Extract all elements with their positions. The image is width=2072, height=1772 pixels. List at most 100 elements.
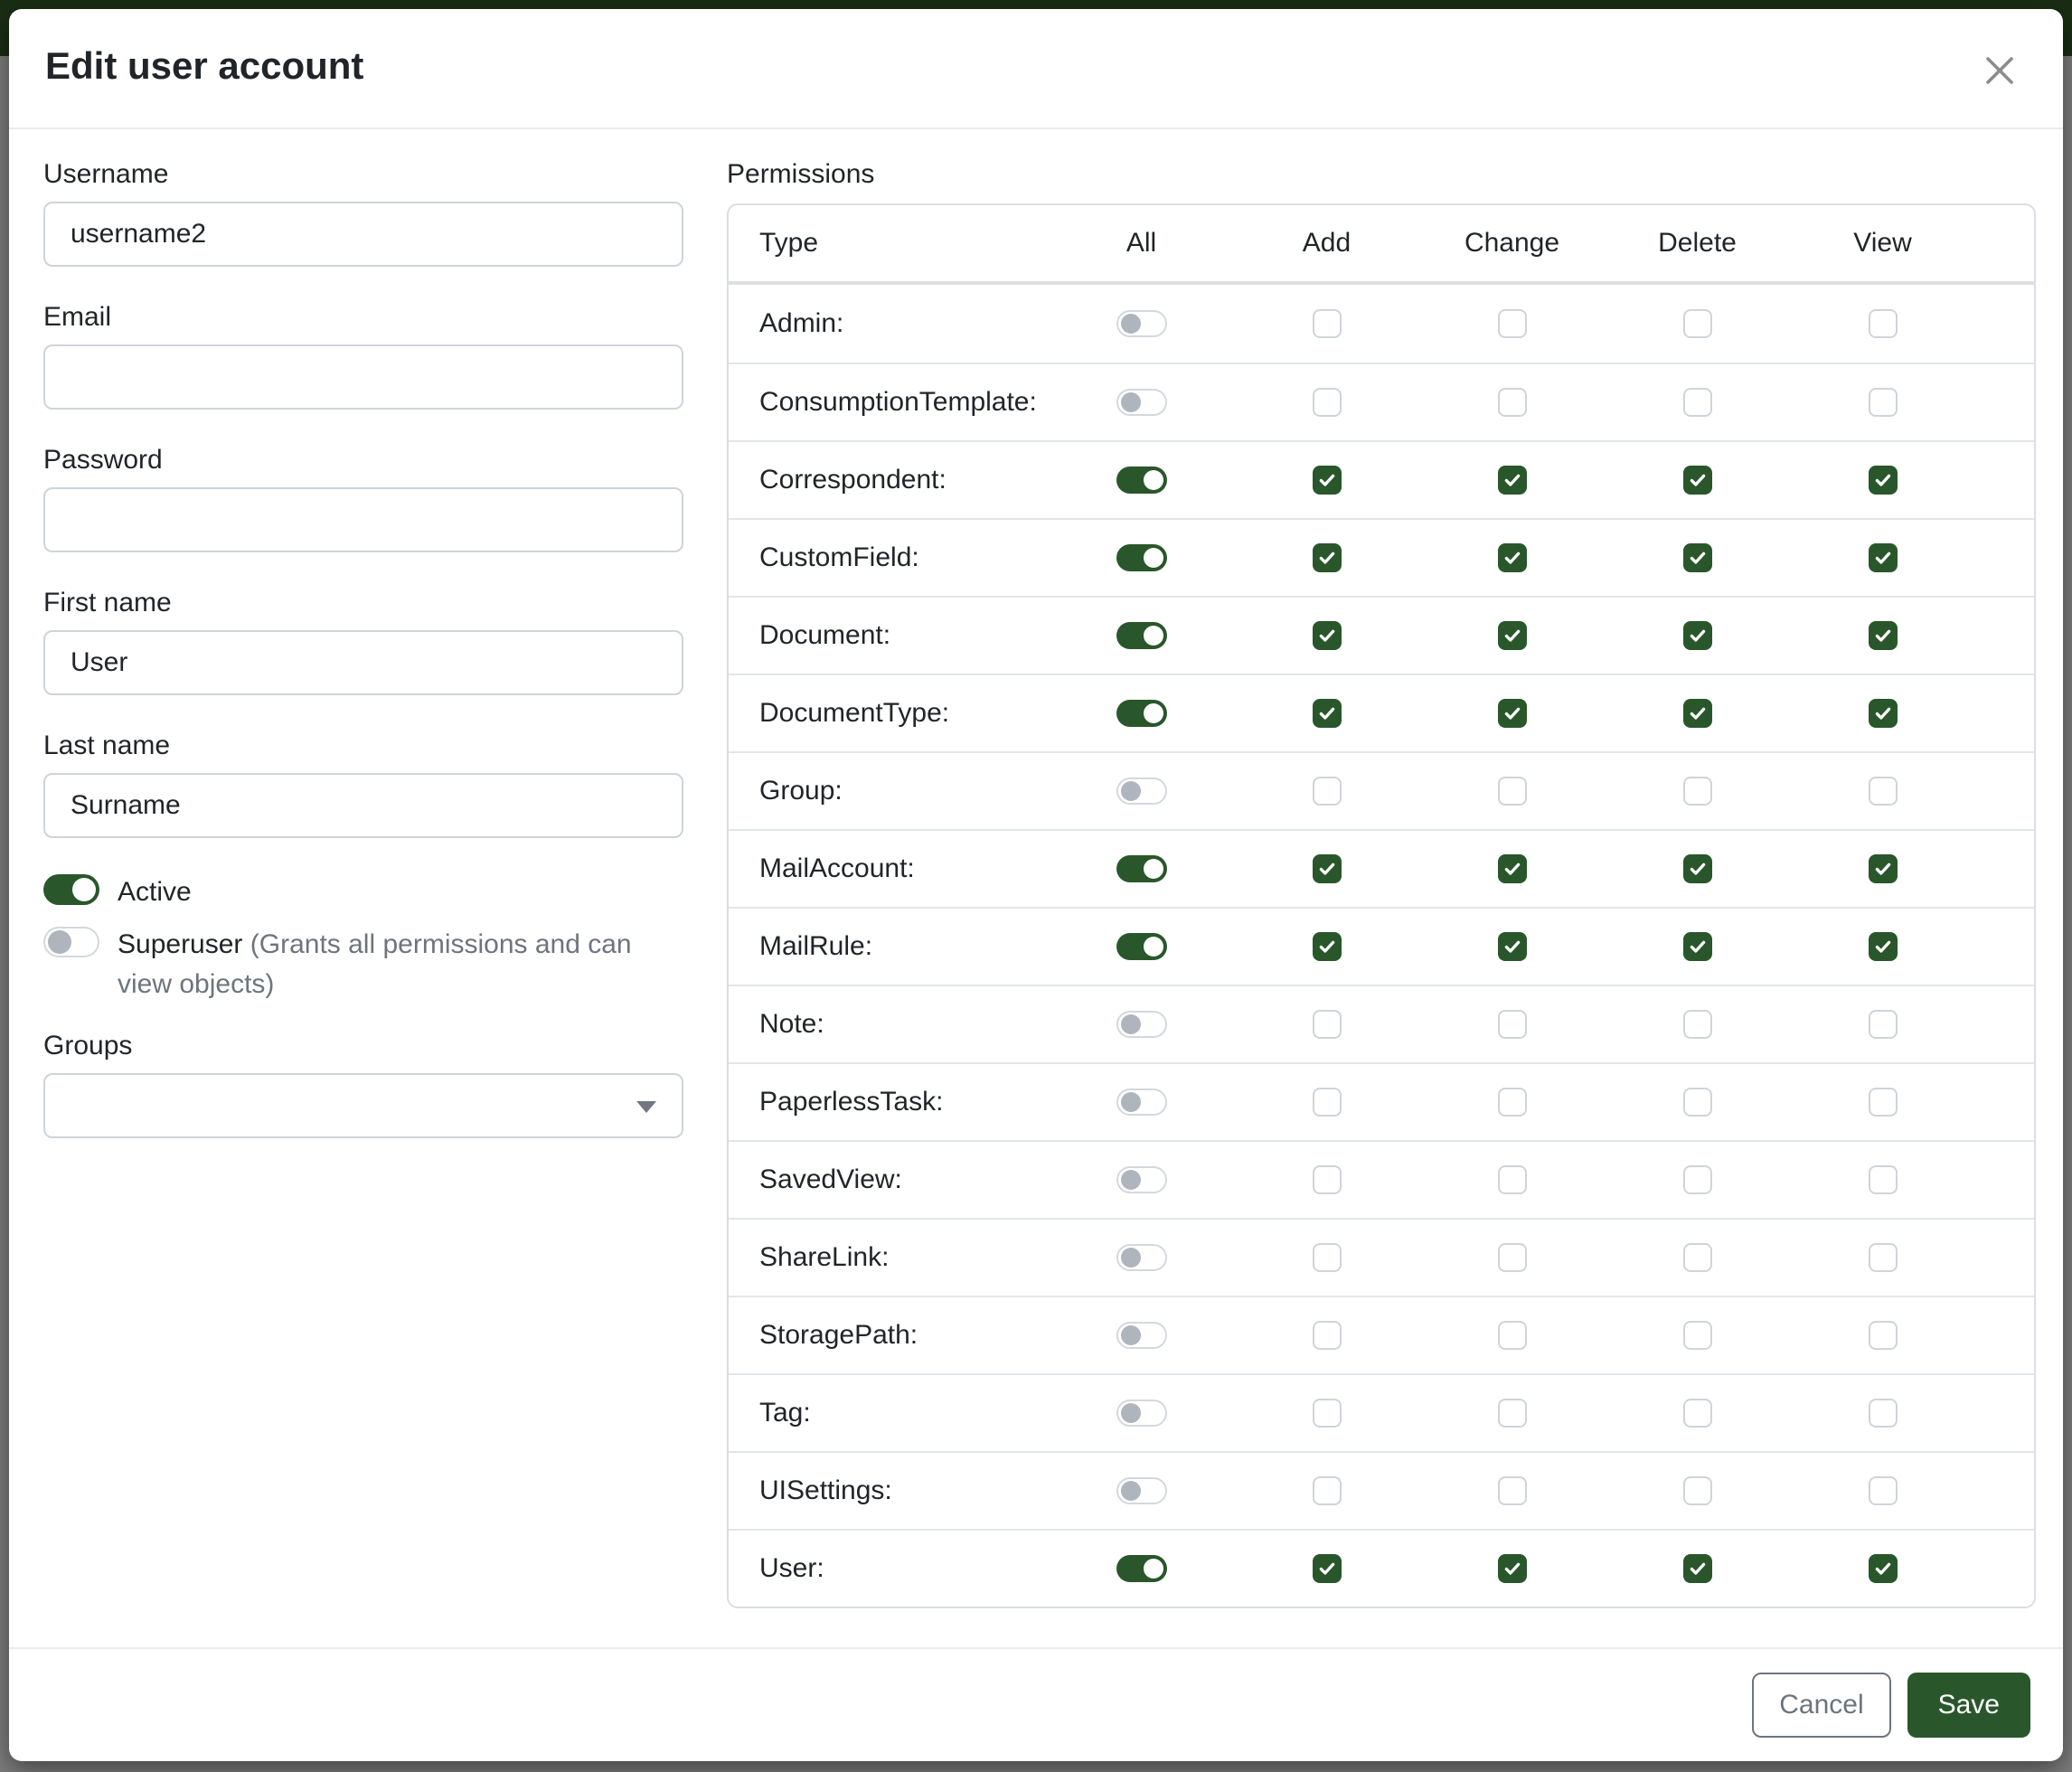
- permission-view-checkbox[interactable]: [1869, 1399, 1898, 1428]
- column-header-type: Type: [759, 228, 1049, 259]
- permission-change-checkbox[interactable]: [1498, 1088, 1527, 1117]
- permission-view-checkbox[interactable]: [1869, 1088, 1898, 1117]
- permission-view-checkbox[interactable]: [1869, 1243, 1898, 1272]
- permission-add-checkbox[interactable]: [1313, 1165, 1342, 1194]
- permission-change-checkbox[interactable]: [1498, 932, 1527, 961]
- permission-delete-checkbox[interactable]: [1683, 388, 1712, 417]
- permission-delete-checkbox[interactable]: [1683, 1243, 1712, 1272]
- permission-view-checkbox[interactable]: [1869, 777, 1898, 806]
- permission-delete-checkbox[interactable]: [1683, 1088, 1712, 1117]
- permission-all-toggle[interactable]: [1116, 389, 1167, 416]
- permission-view-checkbox[interactable]: [1869, 854, 1898, 883]
- permission-delete-checkbox[interactable]: [1683, 699, 1712, 728]
- permission-add-checkbox[interactable]: [1313, 309, 1342, 338]
- permission-view-checkbox[interactable]: [1869, 543, 1898, 572]
- permission-view-checkbox[interactable]: [1869, 699, 1898, 728]
- permission-add-checkbox[interactable]: [1313, 1554, 1342, 1583]
- permission-change-checkbox[interactable]: [1498, 1476, 1527, 1505]
- permission-view-checkbox[interactable]: [1869, 621, 1898, 650]
- permission-view-checkbox[interactable]: [1869, 388, 1898, 417]
- permission-all-toggle[interactable]: [1116, 1322, 1167, 1349]
- permission-delete-checkbox[interactable]: [1683, 854, 1712, 883]
- superuser-toggle[interactable]: [43, 927, 99, 957]
- permission-all-toggle[interactable]: [1116, 467, 1167, 494]
- permission-delete-checkbox[interactable]: [1683, 309, 1712, 338]
- permission-all-toggle[interactable]: [1116, 778, 1167, 805]
- permission-add-checkbox[interactable]: [1313, 388, 1342, 417]
- permission-change-checkbox[interactable]: [1498, 1243, 1527, 1272]
- permission-all-toggle[interactable]: [1116, 700, 1167, 727]
- first-name-input[interactable]: [43, 630, 683, 695]
- password-input[interactable]: [43, 487, 683, 552]
- permission-delete-checkbox[interactable]: [1683, 621, 1712, 650]
- permission-row: SavedView:: [729, 1140, 2034, 1218]
- permission-row: User:: [729, 1529, 2034, 1607]
- permission-change-checkbox[interactable]: [1498, 1554, 1527, 1583]
- permission-add-checkbox[interactable]: [1313, 621, 1342, 650]
- permission-add-checkbox[interactable]: [1313, 1243, 1342, 1272]
- permission-change-checkbox[interactable]: [1498, 854, 1527, 883]
- permission-change-checkbox[interactable]: [1498, 1399, 1527, 1428]
- permission-delete-checkbox[interactable]: [1683, 1399, 1712, 1428]
- permission-all-toggle[interactable]: [1116, 544, 1167, 571]
- permission-all-toggle[interactable]: [1116, 1011, 1167, 1038]
- permission-delete-checkbox[interactable]: [1683, 1554, 1712, 1583]
- permission-all-toggle[interactable]: [1116, 933, 1167, 960]
- permission-delete-checkbox[interactable]: [1683, 1165, 1712, 1194]
- permission-change-checkbox[interactable]: [1498, 466, 1527, 495]
- permission-all-toggle[interactable]: [1116, 1166, 1167, 1193]
- permission-all-toggle[interactable]: [1116, 310, 1167, 337]
- permission-delete-checkbox[interactable]: [1683, 543, 1712, 572]
- username-input[interactable]: [43, 202, 683, 267]
- email-input[interactable]: [43, 344, 683, 410]
- permission-delete-checkbox[interactable]: [1683, 932, 1712, 961]
- permission-change-checkbox[interactable]: [1498, 621, 1527, 650]
- permission-view-checkbox[interactable]: [1869, 1165, 1898, 1194]
- permission-view-checkbox[interactable]: [1869, 1321, 1898, 1350]
- permission-delete-checkbox[interactable]: [1683, 1010, 1712, 1039]
- permission-delete-checkbox[interactable]: [1683, 1321, 1712, 1350]
- permission-delete-checkbox[interactable]: [1683, 1476, 1712, 1505]
- permission-view-checkbox[interactable]: [1869, 309, 1898, 338]
- permission-add-checkbox[interactable]: [1313, 932, 1342, 961]
- permission-add-checkbox[interactable]: [1313, 699, 1342, 728]
- permission-all-toggle[interactable]: [1116, 1244, 1167, 1271]
- permission-add-checkbox[interactable]: [1313, 1399, 1342, 1428]
- permission-change-checkbox[interactable]: [1498, 777, 1527, 806]
- permission-add-checkbox[interactable]: [1313, 1321, 1342, 1350]
- permission-add-checkbox[interactable]: [1313, 1010, 1342, 1039]
- permission-all-toggle[interactable]: [1116, 855, 1167, 882]
- permission-view-checkbox[interactable]: [1869, 1554, 1898, 1583]
- permission-view-checkbox[interactable]: [1869, 1010, 1898, 1039]
- permission-all-toggle[interactable]: [1116, 1555, 1167, 1582]
- close-button[interactable]: [1973, 43, 2027, 100]
- permission-row: CustomField:: [729, 518, 2034, 596]
- permission-all-toggle[interactable]: [1116, 1477, 1167, 1504]
- permission-all-toggle[interactable]: [1116, 1089, 1167, 1116]
- cancel-button[interactable]: Cancel: [1752, 1673, 1890, 1738]
- permission-view-checkbox[interactable]: [1869, 466, 1898, 495]
- permission-change-checkbox[interactable]: [1498, 1321, 1527, 1350]
- permission-add-checkbox[interactable]: [1313, 543, 1342, 572]
- permission-view-checkbox[interactable]: [1869, 932, 1898, 961]
- permission-all-toggle[interactable]: [1116, 1400, 1167, 1427]
- permission-change-checkbox[interactable]: [1498, 543, 1527, 572]
- permission-change-checkbox[interactable]: [1498, 699, 1527, 728]
- permission-change-checkbox[interactable]: [1498, 309, 1527, 338]
- active-toggle[interactable]: [43, 874, 99, 905]
- permission-all-toggle[interactable]: [1116, 622, 1167, 649]
- save-button[interactable]: Save: [1907, 1673, 2030, 1738]
- permission-change-checkbox[interactable]: [1498, 1010, 1527, 1039]
- permission-add-checkbox[interactable]: [1313, 1088, 1342, 1117]
- permission-add-checkbox[interactable]: [1313, 466, 1342, 495]
- permission-delete-checkbox[interactable]: [1683, 777, 1712, 806]
- permission-view-checkbox[interactable]: [1869, 1476, 1898, 1505]
- permission-change-checkbox[interactable]: [1498, 388, 1527, 417]
- groups-select[interactable]: [43, 1073, 683, 1138]
- permission-add-checkbox[interactable]: [1313, 777, 1342, 806]
- permission-add-checkbox[interactable]: [1313, 1476, 1342, 1505]
- permission-change-checkbox[interactable]: [1498, 1165, 1527, 1194]
- permission-add-checkbox[interactable]: [1313, 854, 1342, 883]
- last-name-input[interactable]: [43, 773, 683, 838]
- permission-delete-checkbox[interactable]: [1683, 466, 1712, 495]
